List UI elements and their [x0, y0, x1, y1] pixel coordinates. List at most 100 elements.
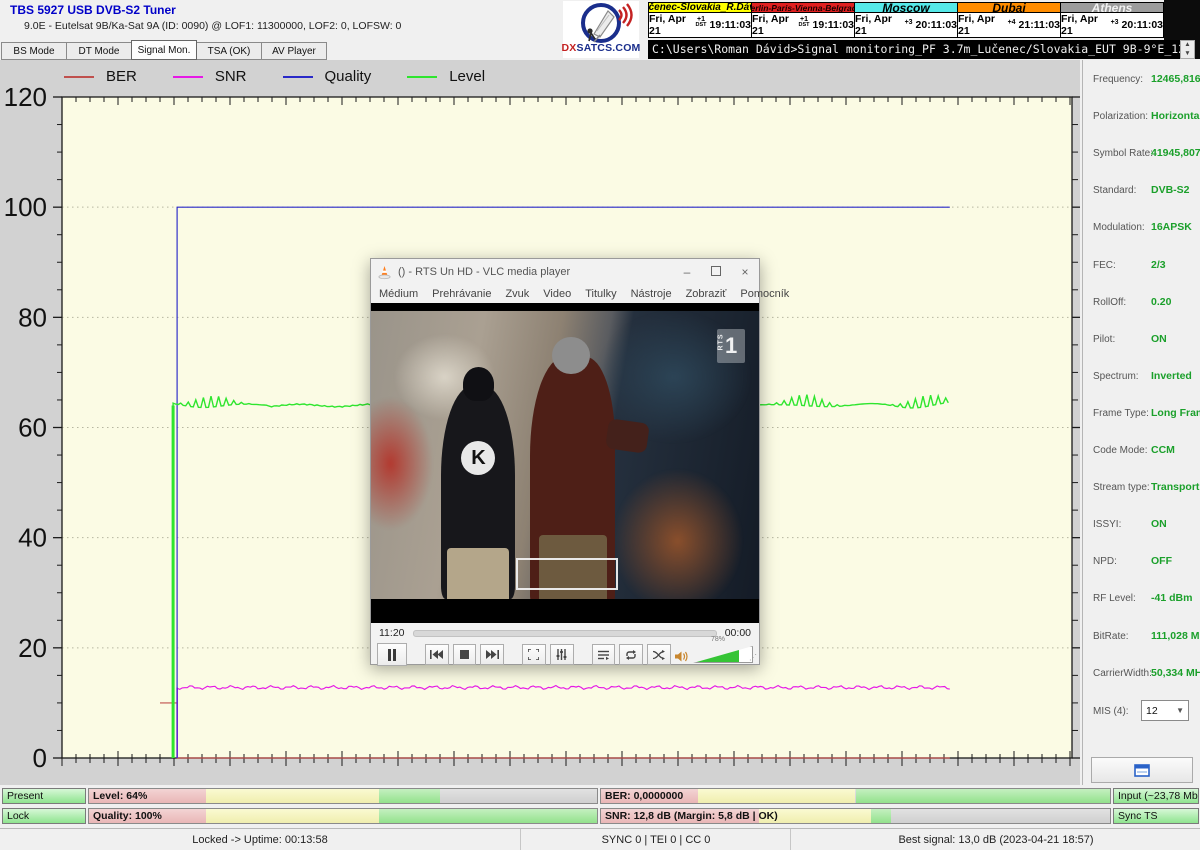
tab-signal-mon[interactable]: Signal Mon. — [131, 40, 197, 60]
bar-label: BER: 0,0000000 — [605, 790, 683, 802]
minimize-button[interactable]: – — [681, 265, 693, 279]
menu-item-prehr-vanie[interactable]: Prehrávanie — [432, 288, 491, 300]
menu-item-n-stroje[interactable]: Nástroje — [631, 288, 672, 300]
app-window: TBS 5927 USB DVB-S2 Tuner 9.0E - Eutelsa… — [0, 0, 1200, 850]
bar-label: Level: 64% — [93, 790, 147, 802]
mis-value: 12 — [1146, 705, 1158, 717]
svg-text:120: 120 — [4, 82, 47, 112]
playlist-button[interactable] — [592, 644, 616, 665]
window-controls: – × — [681, 259, 751, 285]
mis-label: MIS (4): — [1093, 706, 1129, 717]
sync-ts-badge: Sync TS — [1113, 808, 1199, 824]
vlc-titlebar[interactable]: () - RTS Un HD - VLC media player – × — [371, 259, 759, 285]
time-total: 00:00 — [725, 627, 751, 639]
pause-icon — [387, 649, 397, 661]
video-picture: K RTS 1 — [371, 311, 759, 599]
statusbar-uptime: Locked -> Uptime: 00:13:58 — [0, 829, 520, 850]
param-pilot: Pilot:ON — [1093, 334, 1197, 348]
scroll-down-icon[interactable]: ▼ — [1184, 51, 1190, 58]
chart-legend: BERSNRQualityLevel — [64, 68, 485, 85]
menu-item-pomocn-k[interactable]: Pomocník — [740, 288, 789, 300]
next-button[interactable] — [480, 644, 504, 665]
command-line: C:\Users\Roman Dávid>Signal monitoring_P… — [648, 40, 1180, 59]
graffiti-artist-left: K — [441, 386, 515, 599]
vlc-seek-row: 11:20 00:00 — [371, 623, 759, 643]
sidebar: MIS (4): 12 ▼ Frequency:12465,816 MHzPol… — [1082, 60, 1200, 785]
param-fec: FEC:2/3 — [1093, 260, 1197, 274]
statusbar-best-signal: Best signal: 13,0 dB (2023-04-21 18:57) — [790, 829, 1200, 850]
statusbar: Locked -> Uptime: 00:13:58 SYNC 0 | TEI … — [0, 828, 1200, 850]
param-issyi: ISSYI:ON — [1093, 519, 1197, 533]
time-elapsed: 11:20 — [379, 627, 405, 639]
maximize-button[interactable] — [710, 265, 722, 279]
param-carrierwidth: CarrierWidth:50,334 MHz — [1093, 668, 1197, 682]
menu-item-titulky[interactable]: Titulky — [585, 288, 616, 300]
svg-text:40: 40 — [18, 523, 47, 553]
bar-zone-yellow — [206, 789, 379, 803]
fullscreen-icon — [528, 649, 539, 660]
vlc-title: () - RTS Un HD - VLC media player — [398, 266, 570, 278]
clock-moscow: MoscowFri, Apr 21+320:11:03 — [854, 3, 957, 37]
mis-select[interactable]: 12 ▼ — [1141, 700, 1189, 721]
chevron-down-icon: ▼ — [1176, 706, 1184, 715]
svg-text:60: 60 — [18, 413, 47, 443]
fullscreen-button[interactable] — [522, 644, 546, 665]
tab-bs-mode[interactable]: BS Mode — [1, 42, 67, 60]
loop-button[interactable] — [619, 644, 643, 665]
volume-slider[interactable] — [693, 646, 753, 663]
vlc-controls: 78% — [371, 643, 759, 666]
focus-rectangle — [516, 558, 618, 590]
sidebar-screenshot-button[interactable] — [1091, 757, 1193, 783]
random-button[interactable] — [647, 644, 671, 665]
tab-tsa-ok[interactable]: TSA (OK) — [196, 42, 262, 60]
video-frame: K RTS 1 — [371, 303, 759, 623]
tab-dt-mode[interactable]: DT Mode — [66, 42, 132, 60]
legend-snr: SNR — [173, 68, 247, 85]
tuner-subtitle: 9.0E - Eutelsat 9B/Ka-Sat 9A (ID: 0090) … — [24, 20, 401, 32]
param-stream-type: Stream type:Transport — [1093, 482, 1197, 496]
svg-text:80: 80 — [18, 302, 47, 332]
bar-zone-empty — [440, 789, 597, 803]
svg-text:0: 0 — [33, 743, 47, 773]
menu-item-m-dium[interactable]: Médium — [379, 288, 418, 300]
rts1-channel-logo: RTS 1 — [717, 329, 745, 363]
command-scrollbar[interactable]: ▲ ▼ — [1180, 40, 1195, 59]
previous-icon — [430, 650, 443, 659]
scroll-up-icon[interactable]: ▲ — [1184, 42, 1190, 49]
param-npd: NPD:OFF — [1093, 556, 1197, 570]
legend-ber: BER — [64, 68, 137, 85]
extended-settings-button[interactable] — [550, 644, 574, 665]
stop-button[interactable] — [453, 644, 477, 665]
bar-zone-green — [379, 789, 440, 803]
world-clocks: Lučenec-Slovakia_R.DávidFri, Apr 21+1DST… — [648, 2, 1164, 38]
statusbar-sync-counters: SYNC 0 | TEI 0 | CC 0 — [520, 829, 791, 850]
resize-grip[interactable]: ⋰ — [749, 653, 757, 662]
volume-fill — [694, 647, 739, 662]
volume-percent: 78% — [711, 636, 725, 643]
input-badge: Input (~23,78 Mbps) — [1113, 788, 1199, 804]
clock-lu-enec-slovakia-r-d-vid: Lučenec-Slovakia_R.DávidFri, Apr 21+1DST… — [649, 3, 751, 37]
tab-av-player[interactable]: AV Player — [261, 42, 327, 60]
svg-text:100: 100 — [4, 192, 47, 222]
seek-bar[interactable] — [413, 630, 717, 637]
tab-strip: BS ModeDT ModeSignal Mon.TSA (OK)AV Play… — [2, 42, 327, 60]
close-button[interactable]: × — [739, 265, 751, 279]
param-symbol-rate: Symbol Rate:41945,807 KS/s — [1093, 148, 1197, 162]
next-icon — [486, 650, 499, 659]
clock-berlin-paris-vienna-belgrade: Berlin-Paris-Vienna-BelgradeFri, Apr 21+… — [751, 3, 854, 37]
param-bitrate: BitRate:111,028 Mbit/s — [1093, 631, 1197, 645]
param-polarization: Polarization:Horizontal — [1093, 111, 1197, 125]
bar-zone-yellow — [206, 809, 379, 823]
ber-bar: BER: 0,0000000 — [600, 788, 1111, 804]
menu-item-zvuk[interactable]: Zvuk — [505, 288, 529, 300]
previous-button[interactable] — [425, 644, 449, 665]
satellite-dish-icon — [564, 1, 638, 45]
svg-text:20: 20 — [18, 633, 47, 663]
legend-quality: Quality — [283, 68, 372, 85]
bar-zone-yellow — [698, 789, 856, 803]
present-badge: Present — [2, 788, 86, 804]
volume-icon[interactable] — [675, 650, 688, 663]
menu-item-video[interactable]: Video — [543, 288, 571, 300]
menu-item-zobrazi[interactable]: Zobraziť — [686, 288, 727, 300]
pause-button[interactable] — [377, 643, 407, 666]
